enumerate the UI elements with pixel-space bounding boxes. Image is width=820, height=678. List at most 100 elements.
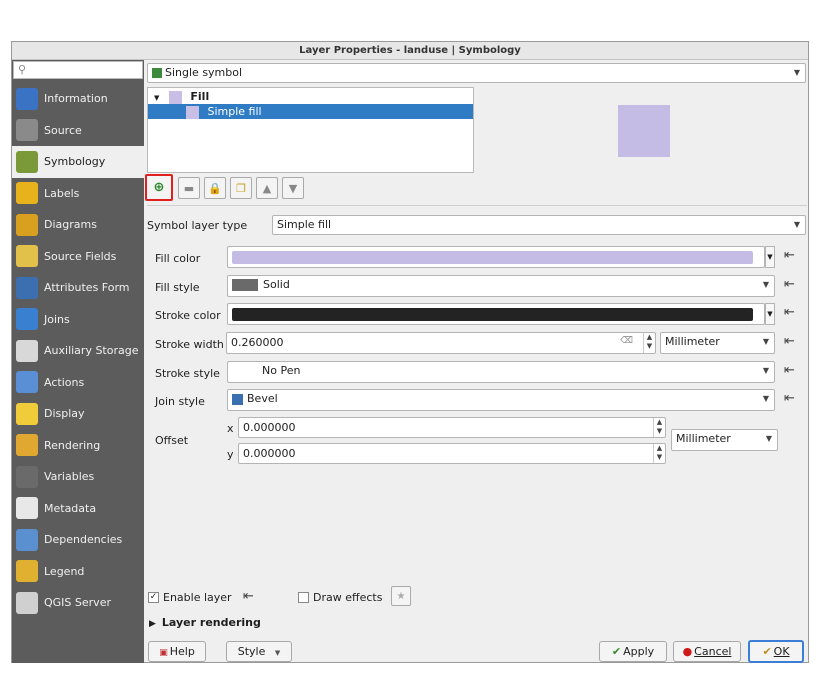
sidebar-item-symbology[interactable]: Symbology bbox=[12, 146, 144, 178]
data-defined-override-icon[interactable]: ⇤ bbox=[784, 305, 795, 320]
stroke-color-menu-button[interactable]: ▼ bbox=[765, 303, 775, 325]
stroke-color-button[interactable] bbox=[227, 303, 765, 325]
symbol-layer-type-label: Symbol layer type bbox=[147, 219, 248, 232]
effects-settings-button[interactable]: ★ bbox=[391, 586, 411, 606]
expand-arrow-icon: ▶ bbox=[149, 619, 156, 629]
window-title: Layer Properties - landuse | Symbology bbox=[12, 42, 808, 60]
ok-button-label: OK bbox=[773, 645, 790, 658]
plus-icon: ⊕ bbox=[153, 180, 165, 195]
sidebar-item-rendering[interactable]: Rendering bbox=[12, 430, 144, 462]
sidebar-item-label: Rendering bbox=[44, 438, 101, 452]
rendering-icon bbox=[16, 434, 38, 457]
duplicate-layer-button[interactable]: ❐ bbox=[230, 177, 252, 199]
sidebar-item-qgis-server[interactable]: QGIS Server bbox=[12, 587, 144, 619]
sidebar-item-information[interactable]: Information bbox=[12, 83, 144, 115]
renderer-select[interactable]: Single symbol ▼ bbox=[147, 63, 806, 83]
star-icon: ★ bbox=[396, 590, 406, 602]
sidebar-item-label: Variables bbox=[44, 470, 95, 484]
sidebar-item-labels[interactable]: Labels bbox=[12, 178, 144, 210]
sidebar-item-label: Source Fields bbox=[44, 249, 117, 263]
stroke-style-select[interactable]: No Pen ▼ bbox=[227, 361, 775, 383]
tree-item-simple-fill[interactable]: Simple fill bbox=[148, 104, 473, 119]
offset-y-input[interactable]: 0.000000 ▲ ▼ bbox=[238, 443, 666, 464]
fill-swatch-icon bbox=[168, 90, 182, 104]
spinner-arrows-icon[interactable]: ▲ ▼ bbox=[653, 444, 665, 463]
tree-item-fill[interactable]: ▼ Fill bbox=[148, 89, 473, 104]
sidebar-item-source[interactable]: Source bbox=[12, 115, 144, 147]
sidebar-item-joins[interactable]: Joins bbox=[12, 304, 144, 336]
sidebar-item-dependencies[interactable]: Dependencies bbox=[12, 524, 144, 556]
data-defined-override-icon[interactable]: ⇤ bbox=[784, 363, 795, 378]
move-up-button[interactable]: ▲ bbox=[256, 177, 278, 199]
fill-style-select[interactable]: Solid ▼ bbox=[227, 275, 775, 297]
sidebar: ⚲ Information Source Symbology Labels Diagra… bbox=[12, 60, 144, 663]
style-button[interactable]: Style ▼ bbox=[226, 641, 292, 662]
layer-rendering-label: Layer rendering bbox=[161, 616, 261, 629]
data-defined-override-icon[interactable]: ⇤ bbox=[784, 334, 795, 349]
sidebar-item-attributes-form[interactable]: Attributes Form bbox=[12, 272, 144, 304]
move-down-button[interactable]: ▼ bbox=[282, 177, 304, 199]
sidebar-item-diagrams[interactable]: Diagrams bbox=[12, 209, 144, 241]
sidebar-item-metadata[interactable]: Metadata bbox=[12, 493, 144, 525]
apply-button-label: Apply bbox=[623, 645, 655, 658]
stroke-color-label: Stroke color bbox=[155, 309, 221, 322]
fill-style-value: Solid bbox=[263, 278, 290, 291]
form-icon bbox=[16, 276, 38, 299]
sidebar-item-display[interactable]: Display bbox=[12, 398, 144, 430]
stroke-width-input[interactable]: 0.260000 ⌫ ▲ ▼ bbox=[226, 332, 656, 354]
expand-arrow-icon[interactable]: ▼ bbox=[154, 94, 159, 102]
add-symbol-layer-button[interactable]: ⊕ bbox=[145, 174, 173, 201]
data-defined-override-icon[interactable]: ⇤ bbox=[784, 391, 795, 406]
join-style-label: Join style bbox=[155, 395, 205, 408]
clear-icon[interactable]: ⌫ bbox=[620, 336, 633, 346]
metadata-icon bbox=[16, 497, 38, 520]
sidebar-search-input[interactable]: ⚲ bbox=[13, 61, 143, 79]
symbol-layer-type-select[interactable]: Simple fill ▼ bbox=[272, 215, 806, 235]
join-style-value: Bevel bbox=[247, 392, 278, 405]
sidebar-item-actions[interactable]: Actions bbox=[12, 367, 144, 399]
arrow-up-icon: ▲ bbox=[262, 181, 272, 195]
fill-color-swatch bbox=[232, 251, 753, 264]
draw-effects-checkbox[interactable] bbox=[298, 592, 309, 603]
data-defined-override-icon[interactable]: ⇤ bbox=[243, 589, 254, 604]
sidebar-item-auxiliary-storage[interactable]: Auxiliary Storage bbox=[12, 335, 144, 367]
offset-x-input[interactable]: 0.000000 ▲ ▼ bbox=[238, 417, 666, 438]
spinner-arrows-icon[interactable]: ▲ ▼ bbox=[643, 333, 655, 353]
joins-icon bbox=[16, 308, 38, 331]
data-defined-override-icon[interactable]: ⇤ bbox=[784, 248, 795, 263]
sidebar-item-label: Source bbox=[44, 123, 82, 137]
join-style-select[interactable]: Bevel ▼ bbox=[227, 389, 775, 411]
symbol-preview bbox=[618, 105, 670, 157]
ok-button[interactable]: ✔ OK bbox=[748, 640, 804, 663]
dependencies-icon bbox=[16, 528, 38, 551]
sidebar-item-variables[interactable]: Variables bbox=[12, 461, 144, 493]
fill-color-button[interactable] bbox=[227, 246, 765, 268]
offset-unit-select[interactable]: Millimeter ▼ bbox=[671, 429, 778, 451]
help-button-label: Help bbox=[169, 645, 195, 658]
search-icon: ⚲ bbox=[18, 63, 27, 76]
sidebar-item-source-fields[interactable]: Source Fields bbox=[12, 241, 144, 273]
remove-symbol-layer-button[interactable]: ▬ bbox=[178, 177, 200, 199]
lock-layer-button[interactable]: 🔒 bbox=[204, 177, 226, 199]
cancel-button-label: Cancel bbox=[694, 645, 732, 658]
fill-color-menu-button[interactable]: ▼ bbox=[765, 246, 775, 268]
help-button[interactable]: ▣ Help bbox=[148, 641, 206, 662]
enable-layer-checkbox[interactable]: ✓ bbox=[148, 592, 159, 603]
cancel-icon: ● bbox=[682, 645, 693, 658]
data-defined-override-icon[interactable]: ⇤ bbox=[784, 277, 795, 292]
display-icon bbox=[16, 402, 38, 425]
stroke-width-label: Stroke width bbox=[155, 338, 224, 351]
layer-rendering-toggle[interactable]: ▶ Layer rendering bbox=[149, 616, 261, 629]
simple-fill-swatch-icon bbox=[186, 105, 199, 119]
sidebar-item-legend[interactable]: Legend bbox=[12, 556, 144, 588]
paintbrush-icon bbox=[16, 150, 38, 173]
spinner-arrows-icon[interactable]: ▲ ▼ bbox=[653, 418, 665, 437]
apply-button[interactable]: ✔ Apply bbox=[599, 641, 667, 662]
stroke-width-unit-select[interactable]: Millimeter ▼ bbox=[660, 332, 775, 354]
lock-icon: 🔒 bbox=[208, 181, 222, 195]
sidebar-item-label: Labels bbox=[44, 186, 80, 200]
symbology-panel: Single symbol ▼ ▼ Fill Simple fill ⊕ ▬ 🔒… bbox=[145, 60, 808, 640]
offset-y-value: 0.000000 bbox=[243, 447, 296, 460]
stroke-style-label: Stroke style bbox=[155, 367, 220, 380]
cancel-button[interactable]: ● Cancel bbox=[673, 641, 741, 662]
